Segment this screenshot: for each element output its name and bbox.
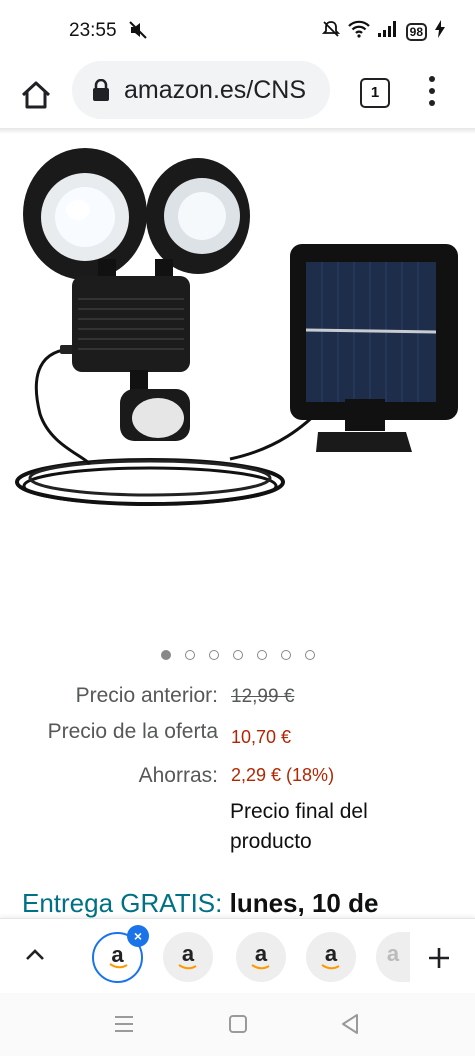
deal-price-label: Precio de la oferta <box>47 720 218 743</box>
back-nav-icon[interactable] <box>340 1013 360 1040</box>
carousel-dot[interactable] <box>208 650 219 660</box>
close-tab-icon[interactable]: × <box>127 925 149 947</box>
chevron-up-icon[interactable] <box>24 946 46 964</box>
tab-strip: a a a a a <box>0 918 475 993</box>
carousel-dots <box>0 650 475 660</box>
mute-icon <box>128 20 148 45</box>
charging-icon <box>435 20 445 43</box>
url-text: amazon.es/CNS <box>124 75 307 104</box>
tab-thumbnail[interactable]: a <box>376 932 410 982</box>
final-price-note-line2: producto <box>230 830 312 853</box>
recents-icon[interactable] <box>114 1015 134 1038</box>
previous-price-value: 12,99 € <box>231 686 295 707</box>
amazon-icon: a <box>386 941 400 966</box>
carousel-dot[interactable] <box>160 650 171 660</box>
delivery-label: Entrega GRATIS: <box>22 888 223 918</box>
status-bar: 23:55 98 <box>0 0 475 60</box>
menu-icon[interactable] <box>424 74 440 108</box>
savings-label: Ahorras: <box>138 764 218 787</box>
savings-value: 2,29 € (18%) <box>231 765 335 785</box>
deal-price-value: 10,70 € <box>231 727 292 747</box>
product-image[interactable] <box>0 134 475 634</box>
final-price-note-line1: Precio final del <box>230 800 368 823</box>
lock-icon <box>92 78 110 101</box>
carousel-dot[interactable] <box>304 650 315 660</box>
final-price-note: Precio final del producto <box>230 797 368 857</box>
signal-icon <box>377 21 398 42</box>
delivery-info: Entrega GRATIS: lunes, 10 de <box>22 888 378 919</box>
tab-thumbnail[interactable]: a <box>306 932 356 982</box>
tab-thumbnail[interactable]: a <box>163 932 213 982</box>
delivery-date: lunes, 10 de <box>229 888 379 918</box>
status-time: 23:55 <box>69 20 117 41</box>
carousel-dot[interactable] <box>256 650 267 660</box>
home-icon[interactable] <box>18 77 54 113</box>
system-nav-bar <box>0 993 475 1056</box>
battery-icon: 98 <box>405 22 427 41</box>
carousel-dot[interactable] <box>232 650 243 660</box>
dnd-icon <box>321 20 340 43</box>
previous-price-label: Precio anterior: <box>75 684 218 707</box>
tab-thumbnail[interactable]: a <box>236 932 286 982</box>
home-nav-icon[interactable] <box>228 1014 248 1039</box>
plus-icon[interactable] <box>428 947 450 969</box>
wifi-icon <box>347 20 370 43</box>
browser-toolbar: amazon.es/CNS 1 <box>0 60 475 130</box>
tabs-button[interactable]: 1 <box>360 78 390 108</box>
carousel-dot[interactable] <box>184 650 195 660</box>
status-indicators: 98 <box>321 20 445 43</box>
address-bar[interactable]: amazon.es/CNS <box>72 61 330 119</box>
carousel-dot[interactable] <box>280 650 291 660</box>
